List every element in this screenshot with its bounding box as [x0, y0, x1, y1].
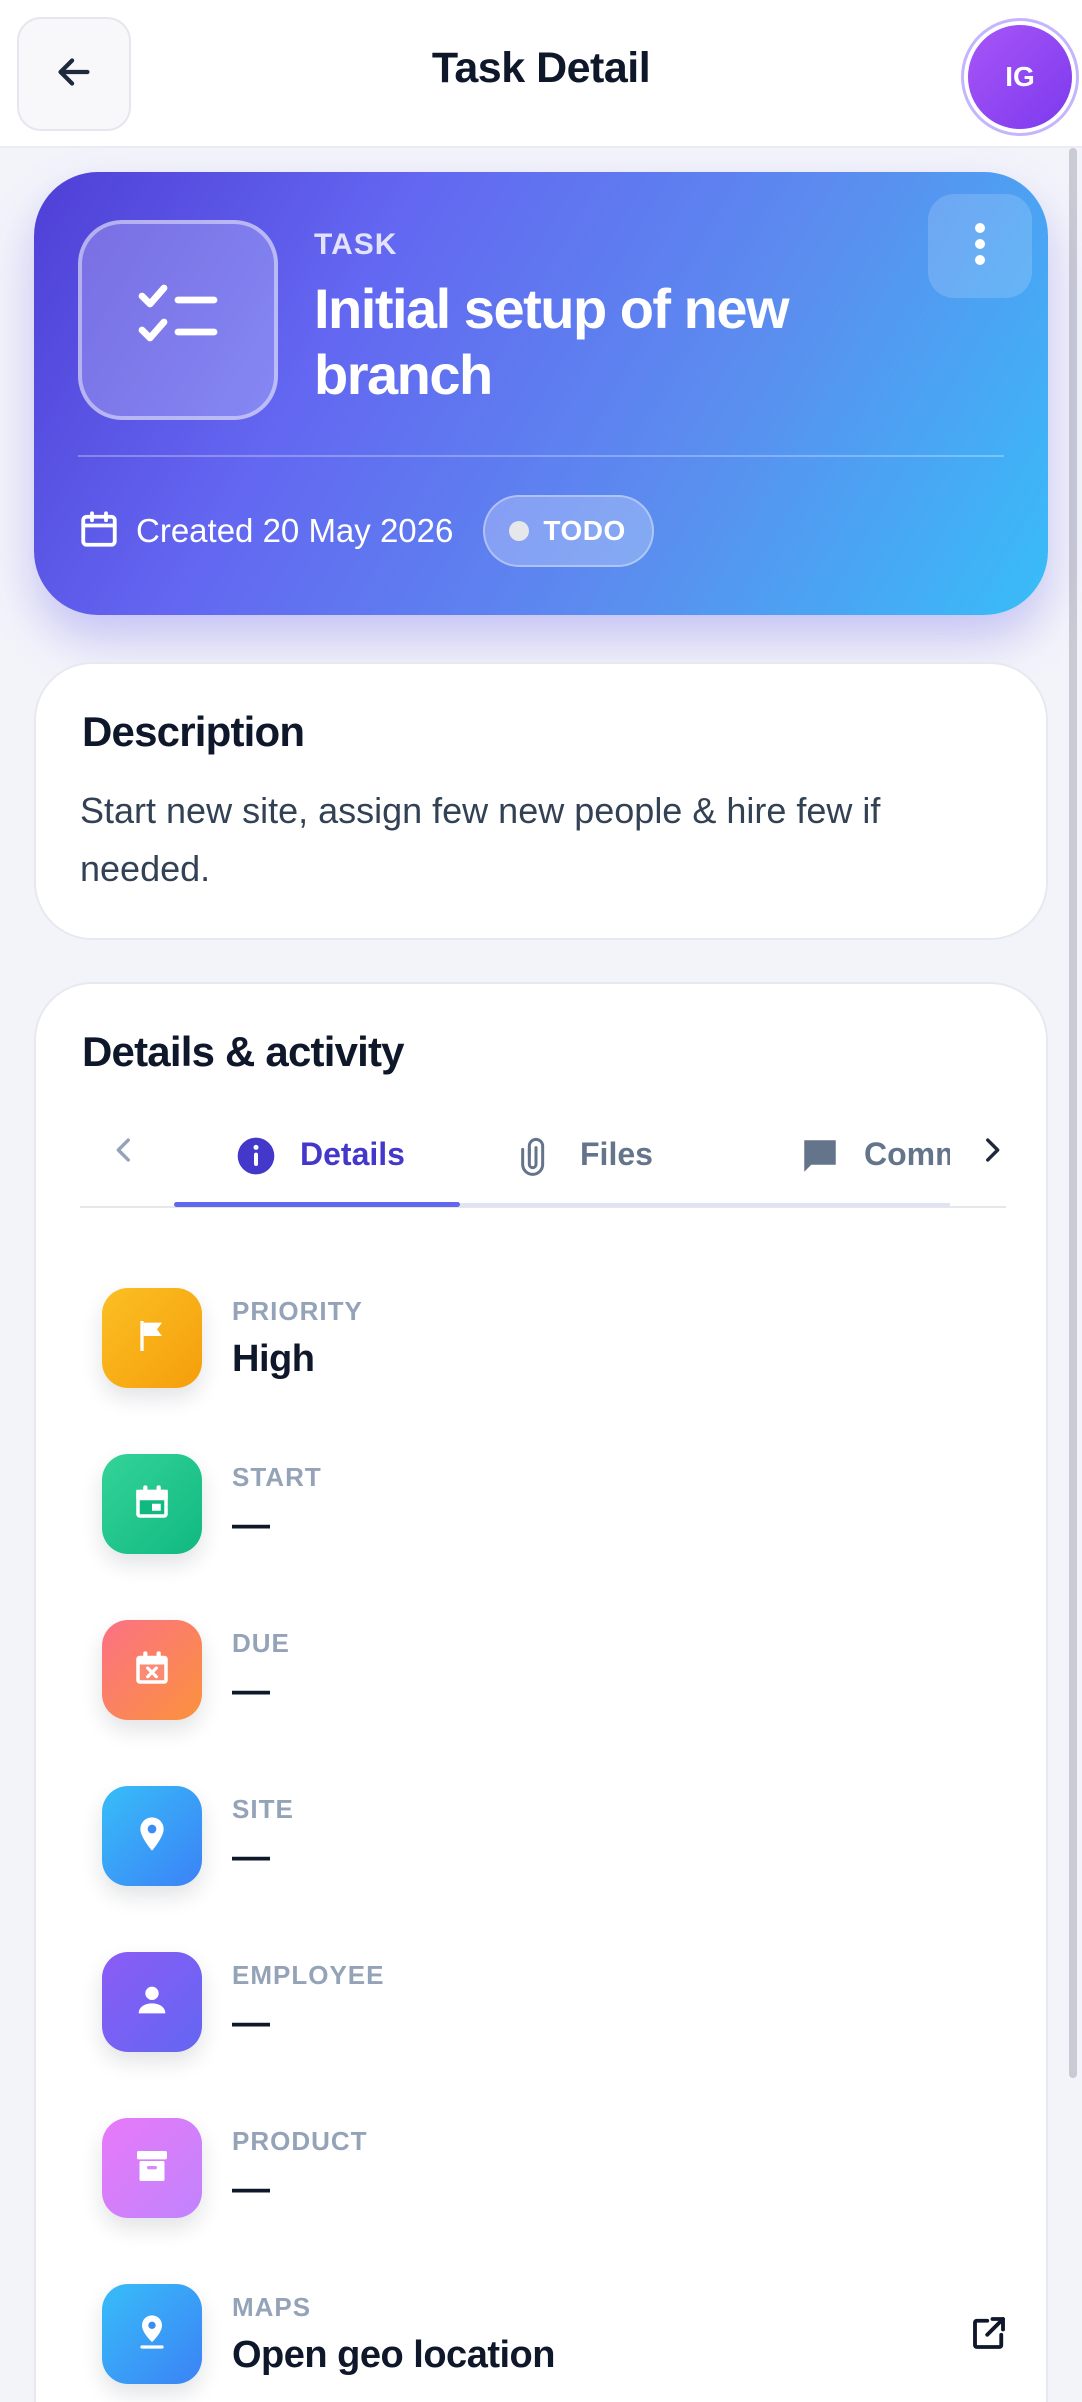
detail-row-site: SITE — — [102, 1786, 1002, 1890]
comment-icon — [798, 1134, 842, 1178]
calendar-x-icon — [131, 1647, 173, 1694]
tabs-scroll-right-button[interactable] — [962, 1122, 1022, 1182]
tab-details[interactable]: Details — [234, 1102, 405, 1206]
detail-row-start: START — — [102, 1454, 1002, 1558]
row-value: High — [232, 1338, 315, 1380]
open-external-button[interactable] — [964, 2310, 1014, 2360]
task-type-badge — [78, 220, 278, 420]
product-badge — [102, 2118, 202, 2218]
page-scrollbar[interactable] — [1069, 148, 1077, 2078]
paperclip-icon — [514, 1134, 558, 1178]
description-card: Description Start new site, assign few n… — [34, 662, 1048, 940]
task-title: Initial setup of new branch — [314, 277, 790, 406]
row-label: DUE — [232, 1628, 290, 1658]
tab-label: Files — [580, 1135, 653, 1172]
site-badge — [102, 1786, 202, 1886]
details-heading: Details & activity — [82, 1028, 405, 1075]
row-label: START — [232, 1462, 322, 1492]
detail-row-maps[interactable]: MAPS Open geo location — [102, 2284, 1005, 2388]
task-hero-card: TASK Initial setup of new branch Created… — [34, 172, 1048, 615]
active-tab-indicator — [174, 1202, 460, 1207]
hero-divider — [78, 455, 1004, 457]
external-link-icon — [968, 2312, 1010, 2359]
row-label: PRIORITY — [232, 1296, 363, 1326]
priority-badge — [102, 1288, 202, 1388]
employee-badge — [102, 1952, 202, 2052]
tab-label: Details — [300, 1135, 405, 1172]
description-text: Start new site, assign few new people & … — [80, 790, 881, 889]
calendar-icon — [131, 1481, 173, 1528]
tabs-scroll-left-button[interactable] — [94, 1122, 154, 1182]
due-badge — [102, 1620, 202, 1720]
more-vertical-icon — [972, 221, 988, 272]
row-value: — — [232, 2168, 270, 2210]
person-icon — [132, 1980, 172, 2025]
flag-icon — [132, 1316, 172, 1361]
detail-row-product: PRODUCT — — [102, 2118, 1002, 2222]
calendar-icon — [78, 508, 120, 555]
row-label: EMPLOYEE — [232, 1960, 385, 1990]
task-meta: Created 20 May 2026 TODO — [78, 495, 654, 567]
status-dot — [509, 521, 530, 541]
user-avatar[interactable]: IG — [968, 25, 1072, 129]
row-label: SITE — [232, 1794, 294, 1824]
chevron-left-icon — [107, 1130, 141, 1175]
row-label: PRODUCT — [232, 2126, 368, 2156]
more-options-button[interactable] — [928, 194, 1032, 298]
task-type-label: TASK — [314, 228, 398, 261]
tab-files[interactable]: Files — [514, 1102, 653, 1206]
detail-row-priority: PRIORITY High — [102, 1288, 1002, 1392]
chevron-right-icon — [975, 1130, 1009, 1175]
page-title: Task Detail — [431, 44, 651, 92]
info-icon — [234, 1134, 278, 1178]
open-geo-location-link[interactable]: Open geo location — [232, 2334, 555, 2377]
start-badge — [102, 1454, 202, 1554]
details-tabs: Details Files Comments — [80, 1102, 1006, 1208]
top-app-bar: Task Detail IG — [0, 0, 1082, 148]
tab-comments[interactable]: Comments — [798, 1102, 950, 1206]
tab-label: Comments — [864, 1135, 950, 1172]
archive-box-icon — [132, 2146, 172, 2191]
created-date: Created 20 May 2026 — [136, 512, 454, 549]
row-value: — — [232, 1836, 270, 1878]
row-label: MAPS — [232, 2292, 312, 2322]
map-pin-icon — [132, 2312, 172, 2357]
details-activity-card: Details & activity Details Files Comm PR… — [34, 982, 1048, 2402]
status-badge: TODO — [483, 495, 654, 567]
tabs-track — [460, 1203, 950, 1207]
checklist-icon — [136, 282, 220, 359]
tabs-viewport: Details Files Comments — [174, 1102, 950, 1208]
location-pin-icon — [132, 1814, 172, 1859]
row-value: — — [232, 2002, 270, 2044]
maps-badge — [102, 2284, 202, 2384]
row-value: — — [232, 1670, 270, 1712]
row-value: — — [232, 1504, 270, 1546]
description-heading: Description — [82, 708, 305, 755]
detail-row-due: DUE — — [102, 1620, 1002, 1724]
detail-row-employee: EMPLOYEE — — [102, 1952, 1002, 2056]
status-label: TODO — [543, 515, 626, 546]
